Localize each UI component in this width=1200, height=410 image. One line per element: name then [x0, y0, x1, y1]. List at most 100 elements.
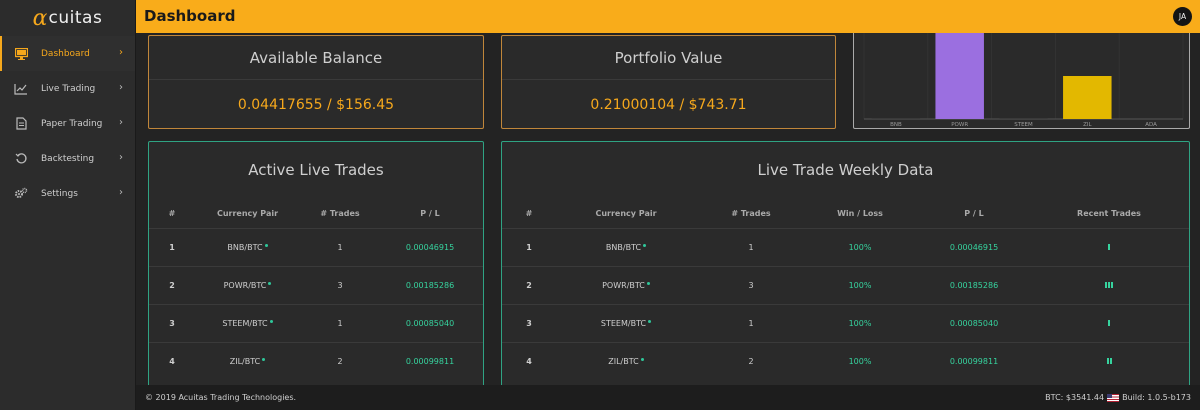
- table-row[interactable]: 2 POWR/BTC 3 0.00185286: [149, 266, 483, 304]
- sidebar-item-dashboard[interactable]: Dashboard ›: [0, 36, 135, 71]
- recent-trades: [1034, 243, 1184, 252]
- sidebar-item-live-trading[interactable]: Live Trading ›: [0, 71, 135, 106]
- sidebar-item-backtesting[interactable]: Backtesting ›: [0, 141, 135, 176]
- table-row[interactable]: 3 STEEM/BTC 1 100% 0.00085040: [502, 304, 1189, 342]
- pair-text: BNB/BTC: [227, 243, 263, 252]
- recent-trades: [1034, 319, 1184, 328]
- profit-loss: 0.00085040: [949, 319, 999, 328]
- win-loss: 100%: [848, 243, 872, 252]
- currency-pair: STEEM/BTC: [195, 319, 300, 328]
- profit-loss: 0.00046915: [405, 243, 455, 252]
- bar-zil[interactable]: [1063, 76, 1112, 119]
- portfolio-value-card: Portfolio Value 0.21000104 / $743.71: [501, 35, 836, 129]
- document-icon: [14, 117, 28, 131]
- status-dot-icon: [646, 282, 650, 285]
- chevron-right-icon: ›: [119, 47, 123, 58]
- sidebar: α cuitas Dashboard › Live Trading › Paper…: [0, 0, 136, 410]
- recent-trade-bar: [1108, 282, 1110, 288]
- top-header: Dashboard JA: [136, 0, 1200, 33]
- footer-status: BTC: $3541.44 Build: 1.0.5-b173: [1045, 393, 1191, 402]
- sidebar-item-label: Paper Trading: [41, 118, 103, 129]
- x-tick-label: ADA: [1145, 122, 1157, 128]
- trade-count: 1: [748, 243, 754, 252]
- card-value: 0.21000104 / $743.71: [590, 97, 747, 113]
- table-row[interactable]: 4 ZIL/BTC 2 0.00099811: [149, 342, 483, 380]
- trade-count: 1: [337, 243, 343, 252]
- trade-count: 2: [748, 357, 754, 366]
- column-header: Recent Trades: [1077, 208, 1141, 218]
- currency-pair: STEEM/BTC: [556, 319, 696, 328]
- table-row[interactable]: 2 POWR/BTC 3 100% 0.00185286: [502, 266, 1189, 304]
- chevron-right-icon: ›: [119, 117, 123, 128]
- row-number: 3: [526, 319, 532, 328]
- status-dot-icon: [262, 358, 266, 361]
- history-icon: [14, 152, 28, 166]
- table-row[interactable]: 1 BNB/BTC 1 100% 0.00046915: [502, 228, 1189, 266]
- chevron-right-icon: ›: [119, 82, 123, 93]
- win-loss: 100%: [848, 319, 872, 328]
- status-dot-icon: [640, 358, 644, 361]
- row-number: 1: [169, 243, 175, 252]
- bar-powr[interactable]: [935, 33, 984, 119]
- gears-icon: [14, 187, 28, 201]
- trade-count: 1: [337, 319, 343, 328]
- row-number: 3: [169, 319, 175, 328]
- card-title: Available Balance: [149, 36, 483, 80]
- win-loss: 100%: [848, 357, 872, 366]
- recent-trades-sparkline: [1108, 320, 1110, 326]
- profit-loss: 0.00185286: [949, 281, 999, 290]
- table-row[interactable]: 3 STEEM/BTC 1 0.00085040: [149, 304, 483, 342]
- page-title: Dashboard: [144, 7, 236, 25]
- profit-loss: 0.00185286: [405, 281, 455, 290]
- x-tick-label: STEEM: [1014, 122, 1033, 128]
- recent-trade-bar: [1109, 358, 1112, 364]
- column-header: Currency Pair: [595, 208, 657, 218]
- logo-alpha: α: [32, 5, 48, 31]
- x-tick-label: POWR: [951, 122, 968, 128]
- currency-pair: BNB/BTC: [556, 243, 696, 252]
- currency-pair: ZIL/BTC: [556, 357, 696, 366]
- logo-text: cuitas: [48, 8, 103, 28]
- trade-count: 2: [337, 357, 343, 366]
- recent-trade-bar: [1108, 320, 1110, 326]
- sidebar-item-settings[interactable]: Settings ›: [0, 176, 135, 211]
- sidebar-item-paper-trading[interactable]: Paper Trading ›: [0, 106, 135, 141]
- weekly-data-panel: Live Trade Weekly Data # Currency Pair #…: [501, 141, 1190, 391]
- recent-trades-sparkline: [1105, 282, 1113, 288]
- column-header: Currency Pair: [216, 208, 279, 218]
- recent-trades: [1034, 357, 1184, 366]
- x-tick-label: BNB: [890, 122, 902, 128]
- trade-count: 1: [748, 319, 754, 328]
- bar-chart-svg: BNB POWR STEEM ZIL ADA: [863, 33, 1184, 128]
- table-row[interactable]: 4 ZIL/BTC 2 100% 0.00099811: [502, 342, 1189, 380]
- sidebar-item-label: Dashboard: [41, 48, 90, 59]
- pair-text: STEEM/BTC: [222, 319, 268, 328]
- row-number: 4: [169, 357, 175, 366]
- recent-trade-bar: [1108, 244, 1110, 250]
- status-dot-icon: [264, 244, 268, 247]
- pair-text: POWR/BTC: [223, 281, 267, 290]
- currency-pair: POWR/BTC: [195, 281, 300, 290]
- x-tick-label: ZIL: [1083, 122, 1092, 128]
- trade-count: 3: [748, 281, 754, 290]
- status-dot-icon: [268, 282, 272, 285]
- recent-trades-sparkline: [1106, 358, 1112, 364]
- panel-title: Active Live Trades: [248, 161, 384, 179]
- table-row[interactable]: 1 BNB/BTC 1 0.00046915: [149, 228, 483, 266]
- sidebar-item-label: Settings: [41, 188, 78, 199]
- app-logo[interactable]: α cuitas: [0, 0, 135, 36]
- profit-loss: 0.00099811: [949, 357, 999, 366]
- sidebar-item-label: Live Trading: [41, 83, 96, 94]
- recent-trade-bar: [1111, 282, 1113, 288]
- recent-trade-bar: [1105, 282, 1107, 288]
- profit-loss: 0.00085040: [405, 319, 455, 328]
- status-dot-icon: [643, 244, 647, 247]
- column-header: # Trades: [320, 208, 360, 218]
- avatar[interactable]: JA: [1173, 7, 1192, 26]
- currency-pair: POWR/BTC: [556, 281, 696, 290]
- footer: © 2019 Acuitas Trading Technologies. BTC…: [136, 385, 1200, 410]
- row-number: 1: [526, 243, 532, 252]
- pair-text: STEEM/BTC: [600, 319, 647, 328]
- row-number: 2: [169, 281, 175, 290]
- pair-text: BNB/BTC: [605, 243, 642, 252]
